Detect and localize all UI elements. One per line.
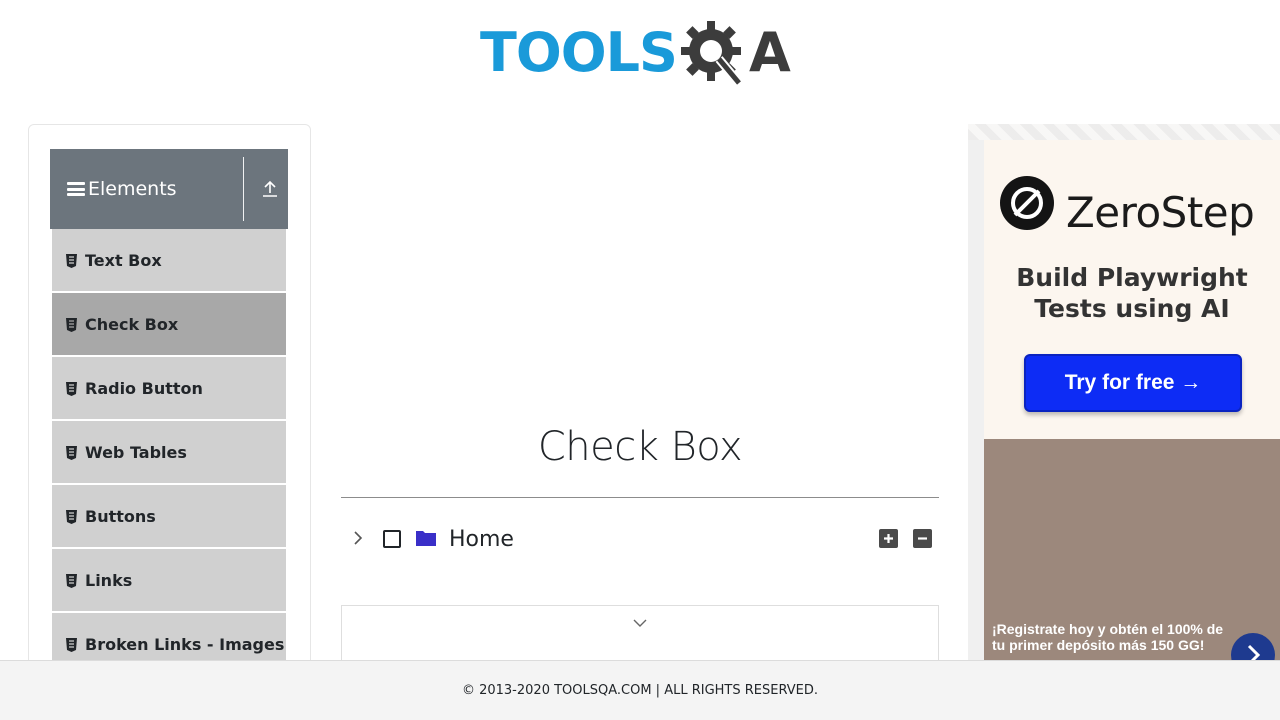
sidebar-item-label: Text Box — [85, 250, 162, 270]
try-for-free-button[interactable]: Try for free → — [1024, 354, 1242, 412]
chevron-right-icon[interactable] — [349, 529, 367, 547]
elements-menu-list: Text Box Check Box Radio Button Web Tabl… — [50, 229, 288, 677]
sidebar-item-radio-button[interactable]: Radio Button — [50, 357, 288, 421]
sidebar-item-label: Web Tables — [85, 442, 187, 462]
promo-ad[interactable]: ¡Registrate hoy y obtén el 100% de tu pr… — [984, 439, 1280, 684]
header-divider — [243, 157, 244, 221]
hamburger-icon — [67, 182, 85, 196]
promo-text: ¡Registrate hoy y obtén el 100% de tu pr… — [992, 621, 1232, 653]
html5-icon — [66, 253, 77, 268]
html5-icon — [66, 445, 77, 460]
sidebar-item-label: Broken Links - Images — [85, 634, 285, 654]
plus-square-icon[interactable] — [879, 529, 898, 548]
sidebar-item-links[interactable]: Links — [50, 549, 288, 613]
ad-tagline-line1: Build Playwright — [1016, 263, 1248, 292]
group-title: Elements — [88, 178, 177, 200]
gear-magnifier-icon — [679, 17, 751, 89]
sidebar-item-label: Links — [85, 570, 133, 590]
logo-text-tools: TOOLS — [480, 21, 678, 84]
page-footer: © 2013-2020 TOOLSQA.COM | ALL RIGHTS RES… — [0, 660, 1280, 720]
html5-icon — [66, 509, 77, 524]
html5-icon — [66, 573, 77, 588]
sidebar-item-label: Radio Button — [85, 378, 203, 398]
sidebar-item-check-box[interactable]: Check Box — [50, 293, 288, 357]
tree-node-label[interactable]: Home — [449, 527, 514, 552]
toolsqa-logo[interactable]: TOOLS A — [480, 14, 806, 92]
promo-line1: ¡Registrate hoy y obtén el 100% de — [992, 621, 1224, 637]
sidebar-item-label: Check Box — [85, 314, 179, 334]
sidebar-item-web-tables[interactable]: Web Tables — [50, 421, 288, 485]
page-title: Check Box — [537, 424, 743, 470]
home-checkbox[interactable] — [383, 530, 401, 548]
sidebar-item-label: Buttons — [85, 506, 156, 526]
minus-square-icon[interactable] — [913, 529, 932, 548]
ad-tagline-line2: Tests using AI — [1034, 294, 1230, 323]
upload-arrow-icon[interactable] — [260, 179, 280, 199]
html5-icon — [66, 317, 77, 332]
ad-side-strip — [968, 140, 984, 680]
left-panel: Elements Text Box Check Box Radio Button… — [28, 124, 311, 684]
ad-tagline: Build Playwright Tests using AI — [984, 262, 1280, 324]
advertisement-banner[interactable]: ZeroStep Build Playwright Tests using AI… — [968, 124, 1280, 684]
footer-copyright: © 2013-2020 TOOLSQA.COM | ALL RIGHTS RES… — [461, 683, 819, 698]
checkbox-tree-row: Home — [341, 520, 939, 560]
title-divider — [341, 497, 939, 498]
logo-text-a: A — [748, 21, 791, 84]
ad-brand: ZeroStep — [1066, 188, 1255, 237]
folder-icon — [415, 529, 437, 547]
html5-icon — [66, 381, 77, 396]
zerostep-logo-icon — [1000, 176, 1054, 230]
sidebar-item-text-box[interactable]: Text Box — [50, 229, 288, 293]
chevron-down-icon[interactable] — [631, 616, 649, 630]
sidebar-item-buttons[interactable]: Buttons — [50, 485, 288, 549]
elements-group-header[interactable]: Elements — [50, 149, 288, 229]
promo-line2: tu primer depósito más 150 GG! — [992, 637, 1205, 653]
ad-pattern-strip — [968, 124, 1280, 140]
zerostep-ad[interactable]: ZeroStep Build Playwright Tests using AI… — [984, 140, 1280, 439]
html5-icon — [66, 637, 77, 652]
